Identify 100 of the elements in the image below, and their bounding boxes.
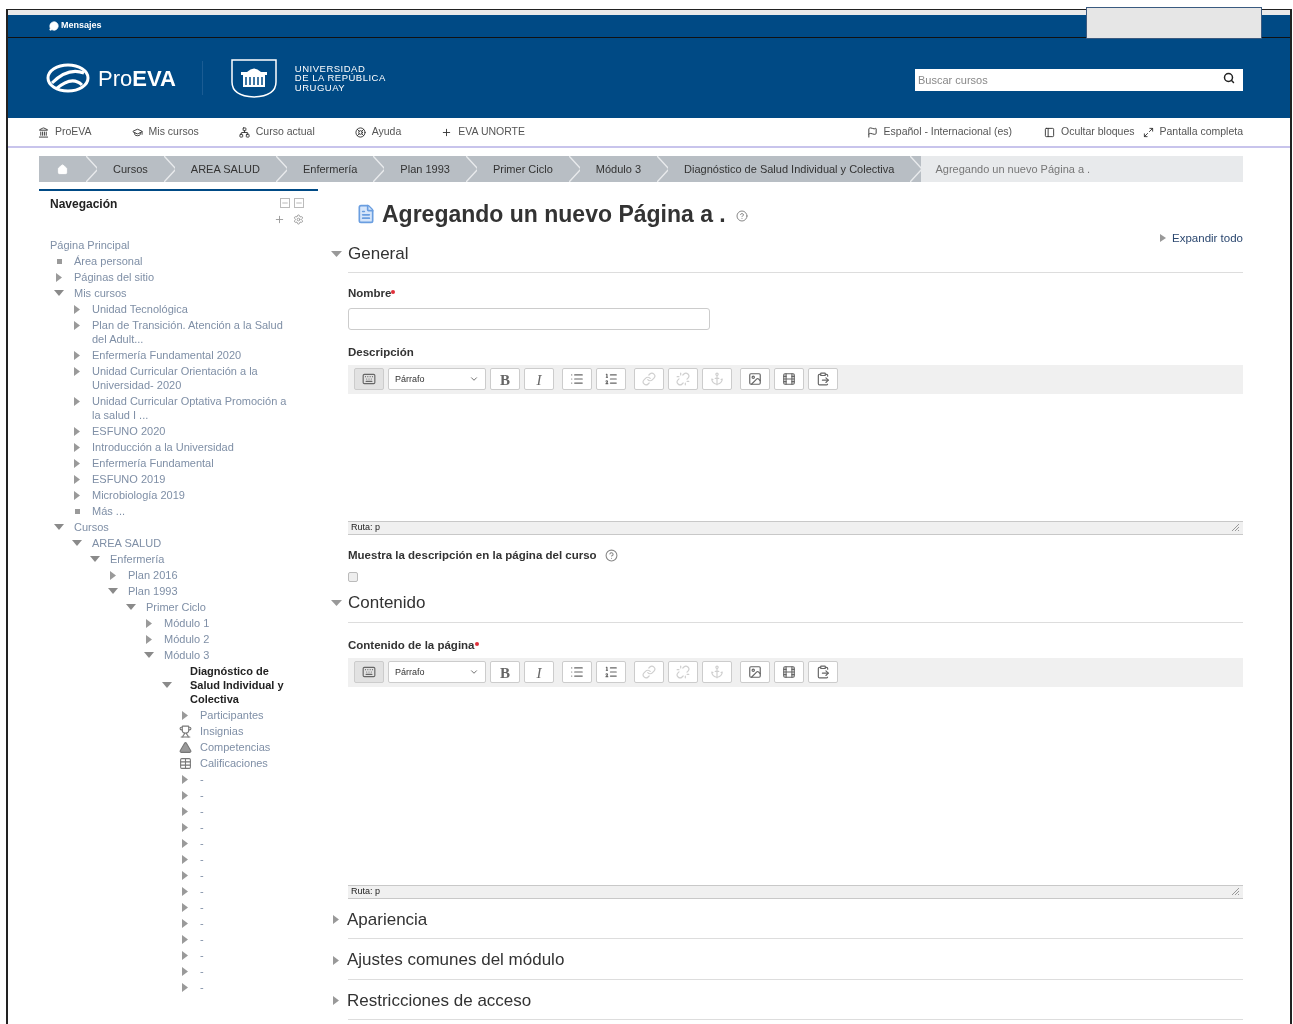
nav-link[interactable]: Mis cursos — [131, 124, 199, 140]
nav-tree-item[interactable]: Módulo 2 — [164, 632, 210, 646]
toggle-button[interactable] — [354, 661, 384, 684]
home-icon[interactable] — [57, 163, 68, 175]
format-dropdown[interactable]: Párrafo — [388, 368, 486, 391]
caret-right-icon[interactable] — [182, 918, 188, 928]
toggle-button[interactable] — [354, 368, 384, 391]
caret-right-icon[interactable] — [74, 474, 80, 484]
nav-tree-item[interactable]: Introducción a la Universidad — [92, 440, 234, 454]
caret-down-icon[interactable] — [162, 682, 172, 688]
caret-down-icon[interactable] — [144, 652, 154, 658]
nav-tree-item[interactable]: - — [200, 868, 204, 882]
caret-right-icon[interactable] — [74, 396, 80, 406]
nav-tree-item[interactable]: - — [200, 836, 204, 850]
caret-right-icon[interactable] — [74, 458, 80, 468]
caret-down-icon[interactable] — [108, 588, 118, 594]
section-title[interactable]: General — [348, 240, 409, 267]
nav-tree-item[interactable]: Enfermería Fundamental — [92, 456, 214, 470]
nav-tree-item[interactable]: - — [200, 980, 204, 994]
caret-right-icon[interactable] — [146, 634, 152, 644]
search-icon[interactable] — [1223, 72, 1235, 84]
nav-link[interactable]: Ayuda — [354, 124, 402, 140]
image-button[interactable] — [740, 661, 770, 684]
format-dropdown[interactable]: Párrafo — [388, 661, 486, 684]
nav-link[interactable]: Español - Internacional (es) — [866, 124, 1012, 140]
caret-right-icon[interactable] — [146, 618, 152, 628]
caret-right-icon[interactable] — [182, 950, 188, 960]
nav-tree-item[interactable]: Área personal — [74, 254, 143, 268]
caret-right-icon[interactable] — [182, 886, 188, 896]
italic-button[interactable]: I — [524, 661, 554, 684]
caret-right-icon[interactable] — [74, 426, 80, 436]
ul-button[interactable] — [562, 661, 592, 684]
caret-right-icon[interactable] — [182, 966, 188, 976]
caret-right-icon[interactable] — [74, 320, 80, 330]
caret-right-icon[interactable] — [182, 710, 188, 720]
dock-icon[interactable] — [294, 198, 304, 208]
nav-tree-item[interactable]: - — [200, 788, 204, 802]
nav-link[interactable]: Curso actual — [238, 124, 315, 140]
caret-right-icon[interactable] — [182, 790, 188, 800]
nav-tree-item[interactable]: Unidad Tecnológica — [92, 302, 188, 316]
nav-tree-item[interactable]: Insignias — [200, 724, 244, 738]
nav-link[interactable]: Ocultar bloques — [1044, 124, 1135, 140]
caret-right-icon[interactable] — [182, 854, 188, 864]
nav-link[interactable]: ProEVA — [38, 124, 92, 140]
caret-down-icon[interactable] — [54, 524, 64, 530]
nav-tree-item[interactable]: - — [200, 852, 204, 866]
nav-tree-item[interactable]: Primer Ciclo — [146, 600, 206, 614]
nav-tree-item[interactable]: - — [200, 804, 204, 818]
caret-down-icon[interactable] — [331, 599, 342, 606]
checkbox[interactable] — [348, 572, 358, 582]
caret-right-icon[interactable] — [74, 442, 80, 452]
caret-down-icon[interactable] — [90, 556, 100, 562]
nav-tree-item[interactable]: Unidad Curricular Optativa Promoción a la salud I ... — [92, 394, 287, 422]
caret-down-icon[interactable] — [331, 250, 342, 257]
caret-right-icon[interactable] — [333, 915, 339, 924]
help-icon[interactable] — [735, 210, 748, 223]
nav-tree-item[interactable]: - — [200, 900, 204, 914]
nav-tree-item[interactable]: Plan 1993 — [128, 584, 178, 598]
caret-right-icon[interactable] — [182, 806, 188, 816]
section-title[interactable]: Apariencia — [347, 906, 428, 933]
messages-link[interactable]: Mensajes — [61, 19, 102, 33]
caret-down-icon[interactable] — [72, 540, 82, 546]
help-icon[interactable] — [604, 548, 618, 562]
caret-right-icon[interactable] — [182, 934, 188, 944]
nav-tree-item[interactable]: Calificaciones — [200, 756, 268, 770]
nav-tree-item[interactable]: - — [200, 820, 204, 834]
move-icon[interactable] — [274, 214, 285, 225]
nav-tree-item[interactable]: Enfermería — [110, 552, 165, 566]
caret-down-icon[interactable] — [54, 290, 64, 296]
name-input[interactable] — [348, 307, 710, 330]
italic-button[interactable]: I — [524, 368, 554, 391]
nav-tree-item[interactable]: - — [200, 884, 204, 898]
nav-tree-item[interactable]: Enfermería Fundamental 2020 — [92, 348, 242, 362]
expand-all-link[interactable]: Expandir todo — [1172, 229, 1243, 247]
section-title[interactable]: Ajustes comunes del módulo — [347, 947, 565, 973]
nav-tree-item[interactable]: Plan 2016 — [128, 568, 178, 582]
nav-tree-item[interactable]: Página Principal — [50, 238, 130, 252]
nav-tree-item[interactable]: Páginas del sitio — [74, 270, 155, 284]
caret-right-icon[interactable] — [182, 902, 188, 912]
caret-right-icon[interactable] — [74, 304, 80, 314]
resize-grip-icon[interactable] — [1231, 887, 1240, 897]
caret-right-icon[interactable] — [182, 822, 188, 832]
nav-tree-item[interactable]: - — [200, 772, 204, 786]
nav-tree-item[interactable]: Plan de Transición. Atención a la Salud del Adult... — [92, 318, 287, 346]
caret-right-icon[interactable] — [182, 838, 188, 848]
collapse-icon[interactable] — [280, 198, 290, 208]
media-button[interactable] — [774, 661, 804, 684]
nav-link[interactable]: Pantalla completa — [1142, 124, 1243, 140]
search-field[interactable]: Buscar cursos — [915, 69, 1243, 91]
nav-tree-item[interactable]: - — [200, 916, 204, 930]
nav-tree-item[interactable]: Módulo 3 — [164, 648, 210, 662]
nav-tree-item[interactable]: Competencias — [200, 740, 271, 754]
nav-tree-item[interactable]: Módulo 1 — [164, 616, 210, 630]
nav-tree-item[interactable]: - — [200, 964, 204, 978]
section-title[interactable]: Contenido — [348, 590, 426, 616]
nav-tree-item[interactable]: Diagnóstico de Salud Individual y Colectiva — [182, 664, 300, 706]
nav-tree-item[interactable]: Cursos — [74, 520, 109, 534]
resize-grip-icon[interactable] — [1231, 523, 1240, 533]
caret-right-icon[interactable] — [56, 272, 62, 282]
nav-tree-item[interactable]: - — [200, 932, 204, 946]
